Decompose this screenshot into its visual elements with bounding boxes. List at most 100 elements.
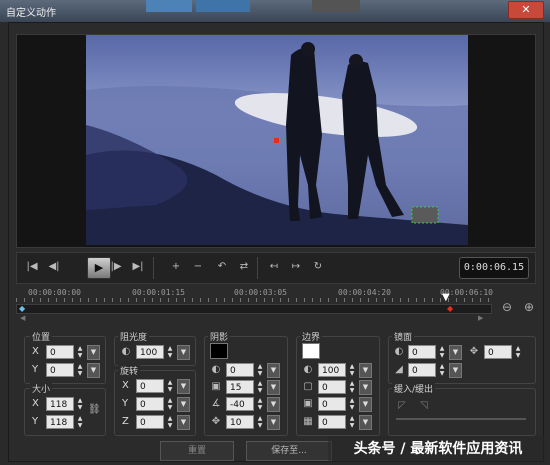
position-x-input[interactable]: 0 [46, 345, 74, 359]
shadow-distance-dropdown[interactable]: ▼ [267, 415, 280, 430]
mirror-offset-icon: ✥ [469, 346, 479, 357]
playhead-marker[interactable]: ◆ [447, 304, 453, 313]
opacity-input[interactable]: 100 [136, 345, 164, 359]
move-right-keyframe-button[interactable]: ↦ [287, 259, 305, 275]
border-style-dropdown[interactable]: ▼ [359, 397, 372, 412]
border-corner-input[interactable]: 0 [318, 415, 346, 429]
fade-in-icon[interactable]: ◸ [396, 400, 408, 412]
timecode-display[interactable]: 0:00:06.15 [459, 257, 529, 279]
border-style-stepper[interactable]: ▲ ▼ [348, 397, 356, 411]
shadow-color-swatch[interactable] [210, 343, 228, 359]
position-x-stepper[interactable]: ▲ ▼ [76, 345, 84, 359]
go-to-start-button[interactable]: |◀ [23, 259, 41, 275]
position-y-dropdown[interactable]: ▼ [87, 363, 100, 378]
rotation-y-stepper[interactable]: ▲ ▼ [166, 397, 174, 411]
shadow-distance-stepper[interactable]: ▲ ▼ [256, 415, 264, 429]
go-to-end-button[interactable]: ▶| [129, 259, 147, 275]
timeline-ticks [16, 298, 490, 302]
keyframe-track[interactable]: ◆ ◆ [16, 304, 492, 314]
border-style-icon: ▣ [303, 398, 313, 409]
fade-slider-track[interactable] [396, 418, 526, 420]
shadow-opacity-input[interactable]: 0 [226, 363, 254, 377]
zoom-out-button[interactable]: ⊖ [500, 300, 514, 314]
shadow-blur-stepper[interactable]: ▲ ▼ [256, 380, 264, 394]
rotation-y-input[interactable]: 0 [136, 397, 164, 411]
swap-keyframes-button[interactable]: ⇄ [235, 259, 253, 275]
opacity-dropdown[interactable]: ▼ [177, 345, 190, 360]
mirror-opacity-input[interactable]: 0 [408, 345, 436, 359]
shadow-blur-dropdown[interactable]: ▼ [267, 380, 280, 395]
reset-button[interactable]: 重置 [160, 441, 234, 461]
save-as-button[interactable]: 保存至... [246, 441, 332, 461]
border-style-input[interactable]: 0 [318, 397, 346, 411]
position-y-input[interactable]: 0 [46, 363, 74, 377]
add-keyframe-button[interactable]: + [167, 259, 185, 275]
border-title: 边界 [300, 330, 323, 343]
border-width-stepper[interactable]: ▲ ▼ [348, 380, 356, 394]
mirror-fade-dropdown[interactable]: ▼ [449, 363, 462, 378]
border-opacity-stepper[interactable]: ▲ ▼ [348, 363, 356, 377]
start-keyframe-marker[interactable]: ◆ [19, 304, 25, 313]
rotation-x-dropdown[interactable]: ▼ [177, 379, 190, 394]
link-aspect-icon[interactable]: ⛓ [88, 404, 101, 416]
opacity-stepper[interactable]: ▲ ▼ [166, 345, 174, 359]
border-opacity-icon: ◐ [303, 364, 313, 375]
size-y-stepper[interactable]: ▲ ▼ [76, 415, 84, 429]
rotation-z-input[interactable]: 0 [136, 415, 164, 429]
border-width-input[interactable]: 0 [318, 380, 346, 394]
background-thumbnail [312, 0, 360, 12]
border-opacity-input[interactable]: 100 [318, 363, 346, 377]
border-width-dropdown[interactable]: ▼ [359, 380, 372, 395]
mirror-opacity-dropdown[interactable]: ▼ [449, 345, 462, 360]
background-thumbnail [196, 0, 250, 12]
size-x-stepper[interactable]: ▲ ▼ [76, 397, 84, 411]
move-left-keyframe-button[interactable]: ↤ [265, 259, 283, 275]
fade-out-icon[interactable]: ◹ [418, 400, 430, 412]
rotation-x-stepper[interactable]: ▲ ▼ [166, 379, 174, 393]
shadow-opacity-stepper[interactable]: ▲ ▼ [256, 363, 264, 377]
rotation-z-dropdown[interactable]: ▼ [177, 415, 190, 430]
position-title: 位置 [30, 330, 53, 343]
mirror-fade-stepper[interactable]: ▲ ▼ [438, 363, 446, 377]
position-y-stepper[interactable]: ▲ ▼ [76, 363, 84, 377]
position-x-dropdown[interactable]: ▼ [87, 345, 100, 360]
shadow-blur-input[interactable]: 15 [226, 380, 254, 394]
border-corner-dropdown[interactable]: ▼ [359, 415, 372, 430]
border-color-swatch[interactable] [302, 343, 320, 359]
shadow-opacity-icon: ◐ [211, 364, 221, 375]
shadow-opacity-dropdown[interactable]: ▼ [267, 363, 280, 378]
shadow-blur-icon: ▣ [211, 381, 221, 392]
timeline-ruler: 00:00:00:00 00:00:01:15 00:00:03:05 00:0… [16, 288, 493, 302]
rotation-y-dropdown[interactable]: ▼ [177, 397, 190, 412]
size-y-input[interactable]: 118 [46, 415, 74, 429]
next-frame-button[interactable]: |▶ [107, 259, 125, 275]
shadow-angle-input[interactable]: -40 [226, 397, 254, 411]
shadow-angle-stepper[interactable]: ▲ ▼ [256, 397, 264, 411]
mirror-offset-stepper[interactable]: ▲ ▼ [514, 345, 522, 359]
opacity-title: 阻光度 [118, 330, 150, 343]
watermark-text: 头条号 / 最新软件应用资讯 [328, 436, 548, 462]
mirror-offset-input[interactable]: 0 [484, 345, 512, 359]
redo-button[interactable]: ↻ [309, 259, 327, 275]
playhead-handle[interactable]: ▼ [442, 292, 450, 303]
divider [257, 257, 258, 279]
previous-frame-button[interactable]: ◀| [45, 259, 63, 275]
shadow-angle-dropdown[interactable]: ▼ [267, 397, 280, 412]
size-x-input[interactable]: 118 [46, 397, 74, 411]
position-y-label: Y [32, 364, 39, 375]
scroll-right-icon[interactable]: ▶ [478, 314, 483, 322]
timeline-label: 00:00:03:05 [234, 288, 287, 297]
reverse-keyframes-button[interactable]: ↶ [213, 259, 231, 275]
border-opacity-dropdown[interactable]: ▼ [359, 363, 372, 378]
close-button[interactable]: ✕ [508, 1, 544, 19]
mirror-fade-input[interactable]: 0 [408, 363, 436, 377]
border-corner-stepper[interactable]: ▲ ▼ [348, 415, 356, 429]
zoom-in-button[interactable]: ⊕ [522, 300, 536, 314]
rotation-x-input[interactable]: 0 [136, 379, 164, 393]
mirror-opacity-stepper[interactable]: ▲ ▼ [438, 345, 446, 359]
shadow-distance-input[interactable]: 10 [226, 415, 254, 429]
scroll-left-icon[interactable]: ◀ [20, 314, 25, 322]
remove-keyframe-button[interactable]: − [189, 259, 207, 275]
mirror-opacity-icon: ◐ [394, 346, 404, 357]
rotation-z-stepper[interactable]: ▲ ▼ [166, 415, 174, 429]
